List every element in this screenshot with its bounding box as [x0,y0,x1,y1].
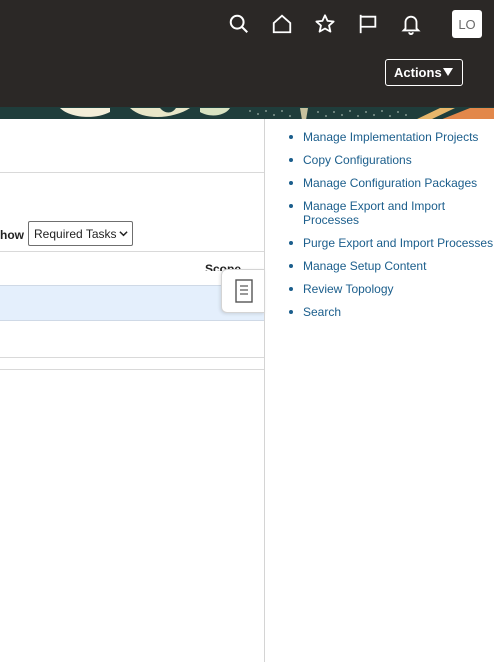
table-row-border [0,357,264,358]
user-avatar[interactable]: LO [452,10,482,38]
list-item: Manage Setup Content [287,259,494,273]
global-header: LO Actions [0,0,494,107]
list-item: Search [287,305,494,319]
flag-icon[interactable] [354,10,382,38]
tasks-list: Manage Implementation Projects Copy Conf… [287,130,494,328]
task-link[interactable]: Manage Configuration Packages [303,176,477,190]
actions-menu-button[interactable]: Actions [385,59,463,86]
task-link[interactable]: Purge Export and Import Processes [303,236,493,250]
chevron-down-icon [119,231,128,237]
home-icon[interactable] [268,10,296,38]
show-label: how [0,228,24,242]
decorative-banner [0,107,494,119]
list-item: Review Topology [287,282,494,296]
panel-divider [264,119,265,662]
list-item: Manage Export and Import Processes [287,199,494,227]
list-item: Manage Configuration Packages [287,176,494,190]
list-item: Manage Implementation Projects [287,130,494,144]
actions-label: Actions [394,65,442,80]
show-select[interactable]: Required Tasks [28,221,133,246]
table-top-border [0,251,264,252]
search-icon[interactable] [225,10,253,38]
task-link[interactable]: Manage Implementation Projects [303,130,478,144]
list-item: Copy Configurations [287,153,494,167]
star-icon[interactable] [311,10,339,38]
task-link[interactable]: Review Topology [303,282,394,296]
task-link[interactable]: Manage Export and Import Processes [303,199,445,227]
document-icon [234,279,253,303]
show-select-value: Required Tasks [34,226,117,241]
task-link[interactable]: Manage Setup Content [303,259,426,273]
main-content [0,119,264,662]
list-item: Purge Export and Import Processes [287,236,494,250]
caret-down-icon [443,68,453,76]
divider [0,172,264,173]
task-link[interactable]: Search [303,305,341,319]
bell-icon[interactable] [397,10,425,38]
table-bottom-border [0,369,264,370]
tasks-panel-tab[interactable] [221,269,265,313]
task-link[interactable]: Copy Configurations [303,153,412,167]
